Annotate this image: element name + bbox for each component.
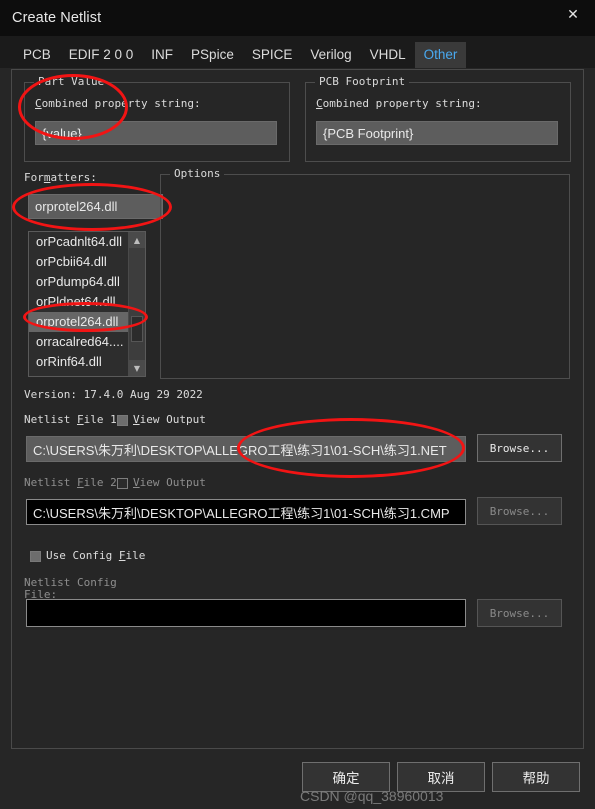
netlist-config-file-input[interactable]	[26, 599, 466, 627]
tab-pspice[interactable]: PSpice	[182, 42, 243, 68]
formatter-selected-input[interactable]: orprotel264.dll	[28, 194, 163, 219]
view-output-2-label: View Output	[133, 476, 206, 489]
scrollbar-thumb[interactable]	[131, 316, 143, 342]
formatters-label: Formatters:	[24, 171, 97, 184]
browse-button-2-label: Browse...	[489, 504, 550, 518]
caret-up-icon[interactable]: ▲	[129, 232, 145, 248]
options-group-label: Options	[170, 167, 225, 180]
close-icon[interactable]: ✕	[551, 0, 595, 30]
view-output-1-checkbox[interactable]	[117, 415, 128, 426]
tab-bar: PCB EDIF 2 0 0 INF PSpice SPICE Verilog …	[0, 36, 595, 68]
pcb-footprint-group: PCB Footprint Combined property string: …	[305, 75, 571, 162]
part-value-input[interactable]: {value}	[35, 121, 277, 145]
caret-down-icon[interactable]: ▼	[129, 360, 145, 376]
pcb-footprint-input[interactable]: {PCB Footprint}	[316, 121, 558, 145]
tab-inf[interactable]: INF	[142, 42, 182, 68]
pcb-footprint-field-label: Combined property string:	[316, 97, 482, 110]
netlist-file-1-label: Netlist File 1:	[24, 413, 124, 426]
tab-spice[interactable]: SPICE	[243, 42, 302, 68]
netlist-file-2-input[interactable]: C:\USERS\朱万利\DESKTOP\ALLEGRO工程\练习1\01-SC…	[26, 499, 466, 525]
tab-vhdl[interactable]: VHDL	[361, 42, 415, 68]
use-config-file-checkbox[interactable]	[30, 551, 41, 562]
browse-button-1[interactable]: Browse...	[477, 434, 562, 462]
version-text: Version: 17.4.0 Aug 29 2022	[24, 388, 203, 401]
tab-panel-frame	[11, 69, 584, 749]
netlist-file-2-label: Netlist File 2:	[24, 476, 124, 489]
part-value-field-label: Combined property string:	[35, 97, 201, 110]
tab-verilog[interactable]: Verilog	[301, 42, 360, 68]
create-netlist-dialog: Create Netlist ✕ PCB EDIF 2 0 0 INF PSpi…	[0, 0, 595, 809]
view-output-2-checkbox[interactable]	[117, 478, 128, 489]
use-config-file-label: Use Config File	[46, 549, 146, 562]
help-button[interactable]: 帮助	[492, 762, 580, 792]
part-value-group: Part Value Combined property string: {va…	[24, 75, 290, 162]
tab-other[interactable]: Other	[414, 42, 467, 68]
netlist-file-1-input[interactable]: C:\USERS\朱万利\DESKTOP\ALLEGRO工程\练习1\01-SC…	[26, 436, 466, 462]
view-output-1-label: View Output	[133, 413, 206, 426]
options-group: Options	[160, 167, 570, 379]
browse-button-3-label: Browse...	[489, 606, 550, 620]
tab-edif-200[interactable]: EDIF 2 0 0	[60, 42, 143, 68]
title-bar: Create Netlist ✕	[0, 0, 595, 36]
browse-button-1-label: Browse...	[489, 441, 550, 455]
dialog-body: Part Value Combined property string: {va…	[0, 68, 595, 809]
formatters-listbox[interactable]: orPcadnlt64.dll orPcbii64.dll orPdump64.…	[28, 231, 146, 377]
formatters-scrollbar[interactable]: ▲ ▼	[128, 232, 145, 376]
part-value-group-label: Part Value	[34, 75, 109, 88]
tab-pcb[interactable]: PCB	[14, 42, 60, 68]
pcb-footprint-group-label: PCB Footprint	[315, 75, 410, 88]
csdn-watermark: CSDN @qq_38960013	[300, 788, 444, 804]
window-title: Create Netlist	[12, 10, 102, 26]
browse-button-2[interactable]: Browse...	[477, 497, 562, 525]
browse-button-3[interactable]: Browse...	[477, 599, 562, 627]
